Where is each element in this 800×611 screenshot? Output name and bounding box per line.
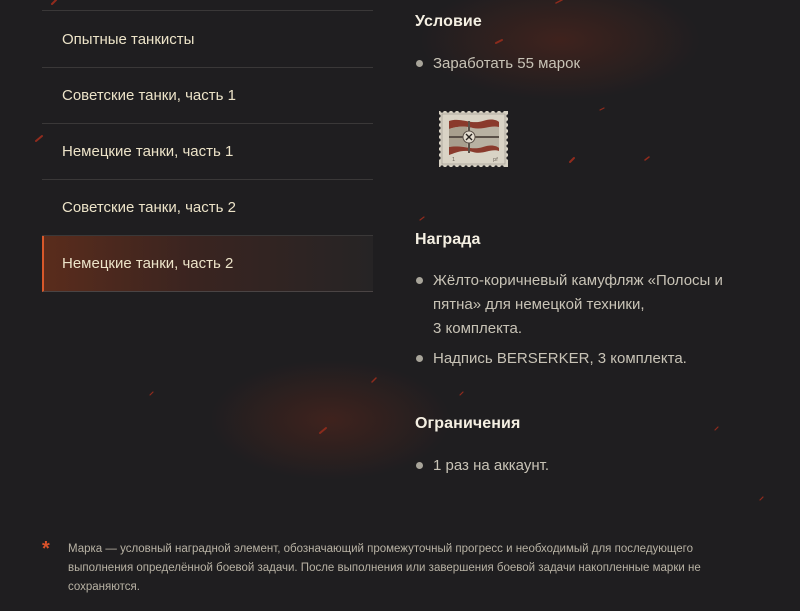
german-flag-stamp-icon: 1 pf	[439, 111, 508, 167]
mission-sidebar: Опытные танкисты Советские танки, часть …	[42, 0, 373, 292]
sidebar-item-german-tanks-1[interactable]: Немецкие танки, часть 1	[42, 124, 373, 180]
reward-item: Надпись BERSERKER, 3 комплекта.	[415, 347, 785, 371]
condition-heading: Условие	[415, 13, 482, 30]
bullet-icon	[416, 277, 423, 284]
footnote-line: выполнения определённой боевой задачи. П…	[68, 562, 701, 574]
footnote-text: Марка — условный наградной элемент, обоз…	[68, 540, 768, 597]
svg-text:1: 1	[452, 157, 455, 163]
sidebar-item-soviet-tanks-2[interactable]: Советские танки, часть 2	[42, 180, 373, 236]
sidebar-item-label: Немецкие танки, часть 1	[62, 143, 234, 160]
asterisk-icon: *	[42, 538, 50, 560]
sidebar-item-soviet-tanks-1[interactable]: Советские танки, часть 1	[42, 68, 373, 124]
condition-text: Заработать 55 марок	[433, 55, 581, 72]
reward-text-line: пятна» для немецкой техники,	[433, 296, 645, 313]
reward-text-line: 3 комплекта.	[433, 320, 523, 337]
reward-heading: Награда	[415, 231, 481, 248]
sidebar-item-experienced-tankers[interactable]: Опытные танкисты	[42, 11, 373, 68]
limits-heading: Ограничения	[415, 415, 521, 432]
sidebar-item-label: Советские танки, часть 1	[62, 87, 236, 104]
condition-item: Заработать 55 марок	[415, 52, 785, 76]
sidebar-item-label: Советские танки, часть 2	[62, 199, 236, 216]
sidebar-item-german-tanks-2[interactable]: Немецкие танки, часть 2	[42, 236, 373, 292]
sidebar-item-label: Немецкие танки, часть 2	[62, 255, 234, 272]
reward-text-line: Жёлто-коричневый камуфляж «Полосы и	[433, 272, 723, 289]
limits-text: 1 раз на аккаунт.	[433, 457, 549, 474]
sidebar-item-label: Опытные танкисты	[62, 30, 195, 48]
limits-item: 1 раз на аккаунт.	[415, 454, 785, 478]
reward-text-line: Надпись BERSERKER, 3 комплекта.	[433, 350, 687, 367]
reward-item: Жёлто-коричневый камуфляж «Полосы и пятн…	[415, 269, 785, 341]
bullet-icon	[416, 60, 423, 67]
footnote-line: Марка — условный наградной элемент, обоз…	[68, 543, 693, 555]
bullet-icon	[416, 355, 423, 362]
svg-text:pf: pf	[493, 157, 498, 163]
footnote-line: сохраняются.	[68, 581, 140, 593]
bullet-icon	[416, 462, 423, 469]
